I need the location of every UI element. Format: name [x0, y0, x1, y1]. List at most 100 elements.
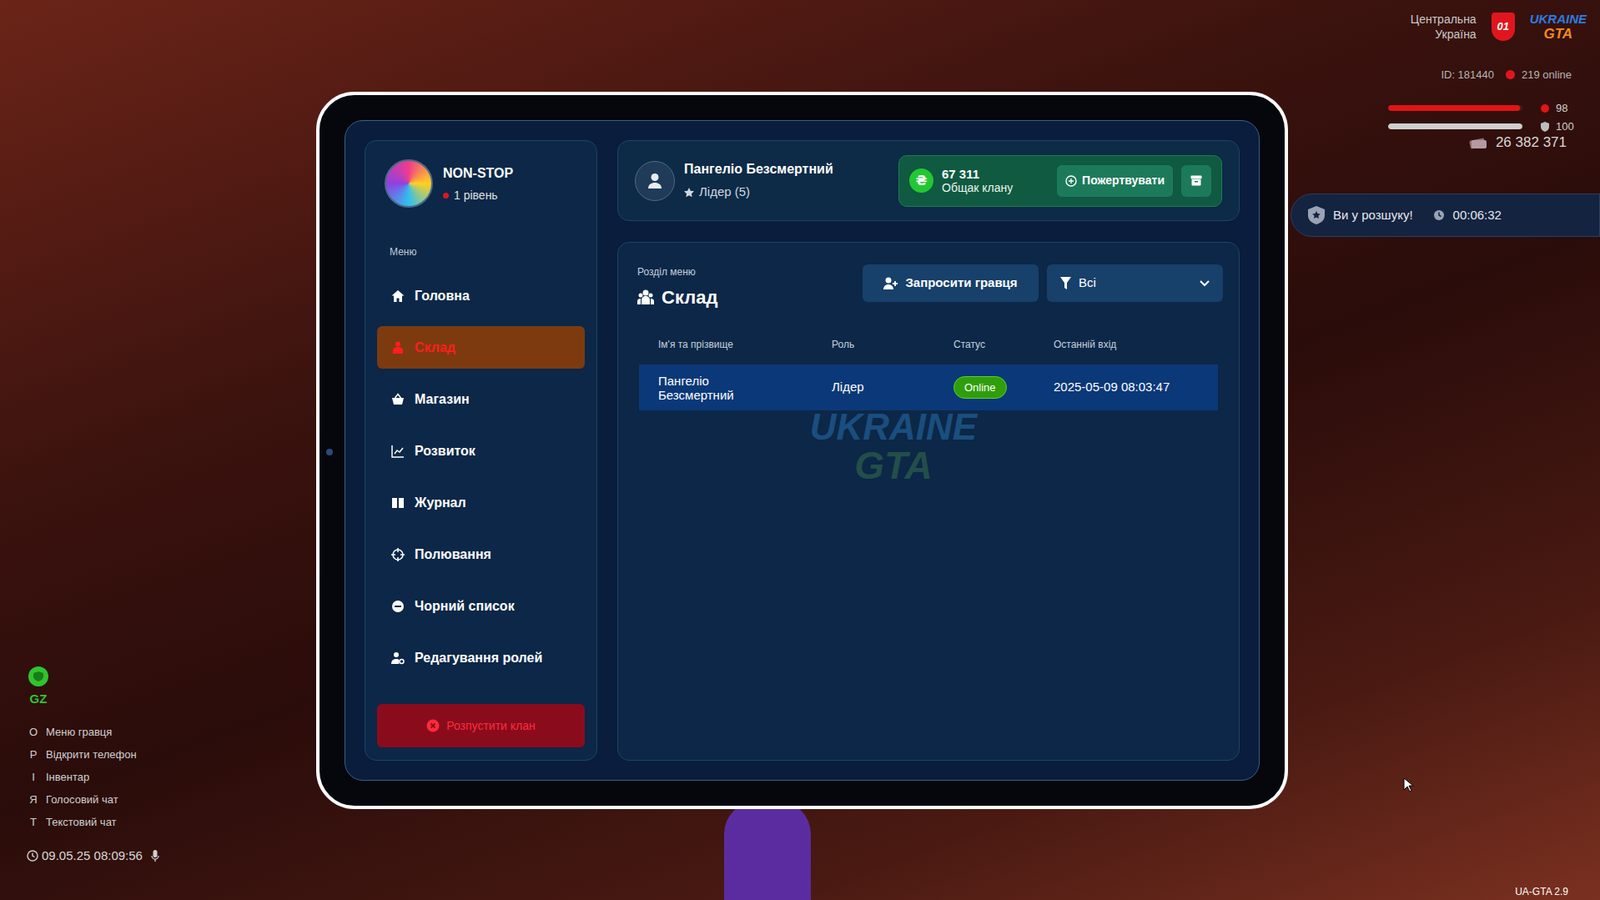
disband-label: Розпустити клан — [446, 717, 536, 735]
game-version: UA-GTA 2.9 — [1514, 884, 1569, 900]
user-settings-icon — [391, 651, 405, 665]
close-circle-icon — [426, 719, 440, 733]
sidebar-item[interactable]: Магазин — [377, 377, 585, 421]
section-caption: Розділ меню — [637, 264, 718, 280]
clan-text: NON-STOP 1 рівень — [442, 163, 514, 205]
column-header[interactable]: Ім'я та прізвище — [658, 337, 832, 353]
hint-label: Голосовий чат — [45, 791, 119, 809]
hint-key: I — [29, 769, 38, 786]
filter-icon — [1060, 276, 1072, 290]
zone-indicator: GZ — [28, 666, 49, 710]
members-table: Ім'я та прізвищеРольСтатусОстанній вхід П… — [618, 334, 1239, 411]
logo-line: UKRAINE — [1529, 11, 1587, 27]
health-fill — [1388, 105, 1520, 111]
money-row: 26 382 371 — [1469, 131, 1567, 154]
sidebar-item[interactable]: Полювання — [377, 533, 585, 576]
microphone-icon — [150, 850, 160, 863]
wanted-notice: Ви у розшуку! 00:06:32 — [1290, 193, 1600, 237]
donate-button[interactable]: Пожертвувати — [1056, 165, 1173, 197]
filter-dropdown[interactable]: Всі — [1046, 264, 1223, 302]
blocked-icon — [391, 599, 405, 614]
sidebar-item[interactable]: Головна — [377, 274, 585, 317]
filter-value: Всі — [1078, 273, 1097, 293]
health-row: 98 — [1388, 100, 1568, 117]
sidebar-item[interactable]: Чорний список — [377, 584, 585, 628]
wanted-text: Ви у розшуку! — [1333, 206, 1414, 226]
balance-label: Общак клану — [941, 181, 1013, 196]
invite-button[interactable]: Запросити гравця — [862, 264, 1039, 302]
column-header[interactable]: Роль — [831, 337, 954, 353]
table-row[interactable]: Пангеліо Безсмертний ЛідерOnline 2025-05-0… — [638, 364, 1218, 411]
sidebar-label: Магазин — [414, 389, 470, 410]
hint-key: P — [29, 746, 38, 764]
player-role: Лідер (5) — [699, 182, 750, 202]
server-info: ID: 181440 219 online — [1440, 66, 1572, 84]
last-login: 2025-05-09 08:03:47 — [1053, 377, 1199, 398]
clan-balance: ₴ 67 311 Общак клану Пожертвувати — [898, 155, 1223, 207]
hint-key: O — [29, 724, 38, 741]
crosshair-icon — [391, 548, 405, 562]
armor-shield-icon — [1540, 121, 1550, 132]
sidebar-label: Полювання — [414, 544, 492, 565]
disband-button[interactable]: Розпустити клан — [377, 704, 585, 748]
armor-row: 100 — [1388, 118, 1575, 136]
tablet: NON-STOP 1 рівень Меню Головна Склад Магаз… — [316, 91, 1289, 810]
hint-label: Текстовий чат — [45, 814, 117, 831]
region-line: Україна — [1434, 26, 1476, 42]
camera-icon — [326, 448, 333, 456]
sidebar-item[interactable]: Розвиток — [377, 429, 585, 473]
column-header[interactable]: Статус — [953, 337, 1054, 353]
zone-icon — [28, 666, 49, 687]
content-header: Розділ меню Склад Запросити гравця — [618, 242, 1239, 312]
datetime: 09.05.25 08:09:56 — [41, 846, 143, 866]
hint-label: Відкрити телефон — [45, 746, 137, 764]
menu-heading: Меню — [377, 244, 585, 260]
watermark-line: GTA — [854, 446, 933, 485]
region-code: 01 — [1491, 12, 1515, 41]
main-area: Пангеліо Безсмертний Лідер (5) ₴ 67 311 … — [617, 140, 1240, 761]
content-panel: Розділ меню Склад Запросити гравця — [617, 241, 1240, 761]
player-name: Пангеліо Безсмертний — [684, 159, 834, 180]
warehouse-icon — [391, 341, 405, 355]
sidebar-menu: Головна Склад Магазин Розвиток Журнал Полюван… — [377, 274, 585, 680]
sidebar-item[interactable]: Склад — [377, 326, 585, 369]
sidebar-label: Головна — [414, 286, 470, 307]
sidebar-label: Редагування ролей — [414, 648, 543, 669]
book-icon — [391, 496, 405, 510]
player-info: Пангеліо Безсмертний Лідер (5) — [634, 159, 834, 202]
health-value: 98 — [1555, 100, 1568, 117]
column-header[interactable]: Останній вхід — [1053, 337, 1199, 353]
online-dot-icon — [1505, 70, 1515, 80]
member-role: Лідер — [831, 377, 954, 398]
chart-icon — [391, 444, 405, 458]
key-hint: P Відкрити телефон — [29, 746, 137, 764]
balance-value: 67 311 — [941, 166, 1013, 182]
people-icon — [637, 289, 655, 306]
level-dot-icon — [442, 192, 449, 199]
status-badge: Online — [953, 376, 1007, 400]
wanted-timer: 00:06:32 — [1453, 206, 1502, 226]
table-header: Ім'я та прізвищеРольСтатусОстанній вхід — [638, 334, 1218, 355]
member-name: Пангеліо Безсмертний — [658, 373, 759, 403]
sidebar-item[interactable]: Журнал — [377, 481, 585, 524]
region-name: Центральна Україна — [1410, 11, 1477, 42]
mouse-cursor-icon — [1403, 777, 1414, 793]
sidebar-item[interactable]: Редагування ролей — [377, 636, 585, 680]
key-hint: ЯГолосовий чат — [29, 791, 137, 809]
shop-basket-icon — [391, 392, 405, 407]
region-line: Центральна — [1410, 11, 1477, 27]
key-hint: TТекстовий чат — [29, 814, 137, 831]
chevron-down-icon — [1199, 280, 1210, 287]
money-value: 26 382 371 — [1495, 131, 1567, 154]
sidebar-label: Чорний список — [414, 596, 515, 617]
sidebar: NON-STOP 1 рівень Меню Головна Склад Магаз… — [364, 140, 598, 761]
key-hint: OМеню гравця — [29, 724, 137, 741]
star-icon — [684, 187, 695, 198]
sidebar-label: Склад — [414, 337, 456, 358]
storage-button[interactable] — [1181, 165, 1212, 197]
region-badge: Центральна Україна 01 UKRAINE GTA — [1410, 11, 1587, 42]
armor-fill — [1388, 123, 1523, 130]
avatar-icon — [634, 161, 675, 202]
user-plus-icon — [883, 276, 899, 291]
section-title: Склад — [661, 283, 718, 312]
